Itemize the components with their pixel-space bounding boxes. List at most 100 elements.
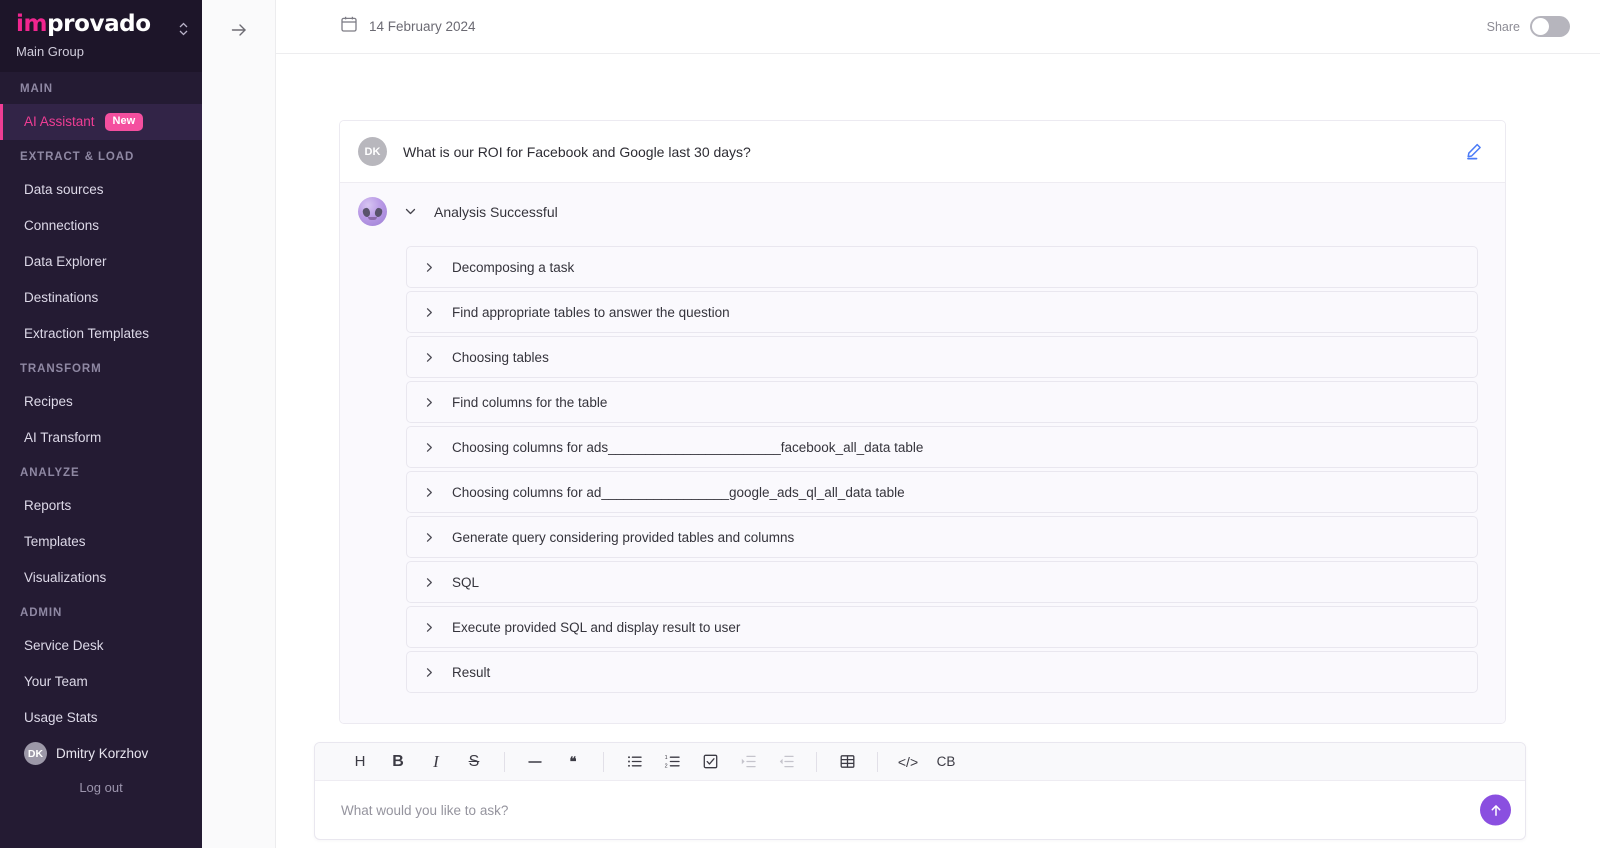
- sidebar-item-data-sources[interactable]: Data sources: [0, 172, 202, 208]
- nav-section-extract-load: EXTRACT & LOAD: [0, 140, 202, 172]
- search-input-placeholder: What would you like to ask?: [341, 803, 508, 818]
- chevron-down-icon[interactable]: [403, 204, 418, 219]
- collapse-rail: [202, 0, 276, 848]
- step-row[interactable]: Generate query considering provided tabl…: [406, 516, 1478, 558]
- app-root: improvado Main Group MAIN AI Assistant N…: [0, 0, 1600, 848]
- sidebar-item-extraction-templates[interactable]: Extraction Templates: [0, 316, 202, 352]
- step-row[interactable]: SQL: [406, 561, 1478, 603]
- sidebar-item-connections[interactable]: Connections: [0, 208, 202, 244]
- step-row[interactable]: Decomposing a task: [406, 246, 1478, 288]
- indent-button[interactable]: [729, 743, 767, 781]
- sidebar-item-destinations[interactable]: Destinations: [0, 280, 202, 316]
- chevron-right-icon: [423, 531, 436, 544]
- share-toggle[interactable]: [1530, 16, 1570, 37]
- sidebar-item-label: AI Transform: [24, 429, 101, 447]
- sidebar-item-visualizations[interactable]: Visualizations: [0, 560, 202, 596]
- composer-input-row[interactable]: What would you like to ask?: [315, 781, 1525, 839]
- sidebar-item-label: Extraction Templates: [24, 325, 149, 343]
- step-label: Decomposing a task: [452, 260, 574, 275]
- blockquote-button[interactable]: ❝: [554, 743, 592, 781]
- chevron-up-down-icon[interactable]: [176, 18, 190, 40]
- nav-section-analyze: ANALYZE: [0, 456, 202, 488]
- sidebar-item-label: Data Explorer: [24, 253, 107, 271]
- chat-area: DK What is our ROI for Facebook and Goog…: [276, 54, 1600, 848]
- sidebar-item-label: Visualizations: [24, 569, 106, 587]
- avatar: DK: [24, 742, 47, 765]
- bullet-list-button[interactable]: [615, 743, 653, 781]
- arrow-right-icon[interactable]: [225, 16, 253, 44]
- chevron-right-icon: [423, 396, 436, 409]
- step-label: Generate query considering provided tabl…: [452, 530, 794, 545]
- sidebar-item-ai-transform[interactable]: AI Transform: [0, 420, 202, 456]
- inline-code-button[interactable]: </>: [889, 743, 927, 781]
- logo-rest: provado: [47, 11, 151, 37]
- pencil-edit-icon[interactable]: [1465, 142, 1485, 162]
- formatting-toolbar: H B I S ❝: [315, 743, 1525, 781]
- svg-text:1: 1: [664, 755, 667, 761]
- heading-button[interactable]: H: [341, 743, 379, 781]
- sidebar-item-service-desk[interactable]: Service Desk: [0, 628, 202, 664]
- bold-button[interactable]: B: [379, 743, 417, 781]
- message-composer: H B I S ❝: [314, 742, 1526, 840]
- logo-prefix: im: [16, 11, 47, 37]
- toggle-knob: [1532, 18, 1549, 35]
- sidebar-item-reports[interactable]: Reports: [0, 488, 202, 524]
- sidebar-item-ai-assistant[interactable]: AI Assistant New: [0, 104, 202, 140]
- assistant-steps-list: Decomposing a task Find appropriate tabl…: [406, 246, 1485, 693]
- sidebar-item-your-team[interactable]: Your Team: [0, 664, 202, 700]
- avatar: DK: [358, 137, 387, 166]
- step-label: Find columns for the table: [452, 395, 607, 410]
- assistant-message: Analysis Successful Decomposing a task F…: [340, 183, 1505, 723]
- step-row[interactable]: Execute provided SQL and display result …: [406, 606, 1478, 648]
- step-label: Execute provided SQL and display result …: [452, 620, 740, 635]
- sidebar-item-templates[interactable]: Templates: [0, 524, 202, 560]
- assistant-header[interactable]: Analysis Successful: [358, 197, 1485, 226]
- user-message: DK What is our ROI for Facebook and Goog…: [340, 121, 1505, 183]
- logout-button[interactable]: Log out: [0, 771, 202, 809]
- alien-mouth: [368, 217, 377, 220]
- numbered-list-button[interactable]: 1 2: [653, 743, 691, 781]
- outdent-button[interactable]: [767, 743, 805, 781]
- chevron-right-icon: [423, 486, 436, 499]
- step-label: Find appropriate tables to answer the qu…: [452, 305, 730, 320]
- nav-section-transform: TRANSFORM: [0, 352, 202, 384]
- sidebar-item-label: Templates: [24, 533, 86, 551]
- step-row[interactable]: Find columns for the table: [406, 381, 1478, 423]
- sidebar-user-row[interactable]: DK Dmitry Korzhov: [0, 736, 202, 771]
- share-control: Share: [1487, 16, 1570, 37]
- date-picker[interactable]: 14 February 2024: [340, 15, 476, 38]
- sidebar-item-data-explorer[interactable]: Data Explorer: [0, 244, 202, 280]
- user-name: Dmitry Korzhov: [56, 746, 148, 761]
- new-badge: New: [105, 113, 144, 131]
- horizontal-rule-button[interactable]: [516, 743, 554, 781]
- toolbar-divider: [877, 752, 878, 772]
- send-button[interactable]: [1480, 795, 1511, 826]
- step-row[interactable]: Result: [406, 651, 1478, 693]
- sidebar: improvado Main Group MAIN AI Assistant N…: [0, 0, 202, 848]
- task-list-button[interactable]: [691, 743, 729, 781]
- app-logo: improvado: [16, 10, 186, 38]
- main-content: 14 February 2024 Share DK What is our RO…: [276, 0, 1600, 848]
- assistant-status-title: Analysis Successful: [434, 204, 558, 220]
- top-bar: 14 February 2024 Share: [276, 0, 1600, 54]
- step-label: Choosing tables: [452, 350, 549, 365]
- sidebar-item-usage-stats[interactable]: Usage Stats: [0, 700, 202, 736]
- chevron-right-icon: [423, 306, 436, 319]
- sidebar-item-label: Reports: [24, 497, 71, 515]
- sidebar-item-recipes[interactable]: Recipes: [0, 384, 202, 420]
- step-row[interactable]: Choosing columns for ad_________________…: [406, 471, 1478, 513]
- share-label: Share: [1487, 20, 1520, 34]
- step-label: Choosing columns for ads________________…: [452, 440, 923, 455]
- code-block-button[interactable]: CB: [927, 743, 965, 781]
- sidebar-item-label: Destinations: [24, 289, 98, 307]
- sidebar-item-label: Recipes: [24, 393, 73, 411]
- step-row[interactable]: Choosing columns for ads________________…: [406, 426, 1478, 468]
- nav-section-main: MAIN: [0, 72, 202, 104]
- sidebar-item-label: Connections: [24, 217, 99, 235]
- strikethrough-button[interactable]: S: [455, 743, 493, 781]
- step-row[interactable]: Choosing tables: [406, 336, 1478, 378]
- step-row[interactable]: Find appropriate tables to answer the qu…: [406, 291, 1478, 333]
- table-button[interactable]: [828, 743, 866, 781]
- italic-button[interactable]: I: [417, 743, 455, 781]
- chevron-right-icon: [423, 621, 436, 634]
